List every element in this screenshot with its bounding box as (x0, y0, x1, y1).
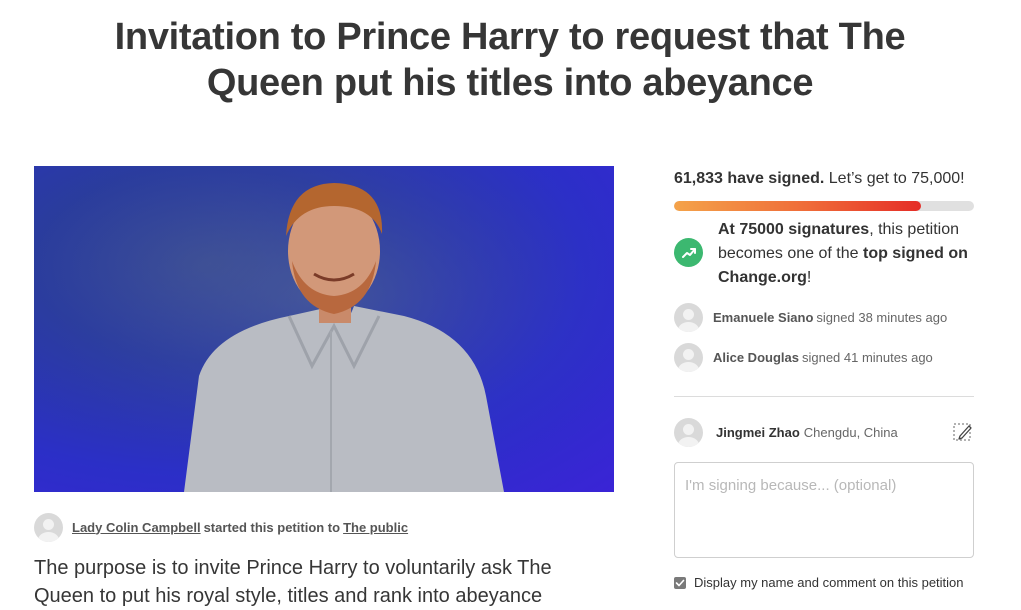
progress-fill (674, 201, 922, 211)
signing-user: Jingmei Zhao Chengdu, China (674, 418, 974, 447)
signer-time: signed 38 minutes ago (816, 310, 948, 325)
recent-signer: Emanuele Siano signed 38 minutes ago (674, 303, 947, 332)
starter-name-link[interactable]: Lady Colin Campbell (72, 520, 201, 535)
signer-time: signed 41 minutes ago (801, 350, 933, 365)
user-name: Jingmei Zhao (716, 425, 800, 440)
display-name-checkbox-row[interactable]: Display my name and comment on this peti… (674, 575, 964, 590)
user-avatar (674, 418, 703, 447)
edit-pencil-icon[interactable] (952, 421, 974, 443)
trending-up-icon (674, 238, 703, 267)
petition-description: The purpose is to invite Prince Harry to… (34, 557, 552, 607)
signer-avatar (674, 303, 703, 332)
petition-image (34, 166, 614, 492)
starter-avatar (34, 512, 63, 542)
signature-count: 61,833 have signed. Let’s get to 75,000! (674, 170, 965, 188)
signature-goal: Let’s get to 75,000! (828, 170, 965, 187)
signer-avatar (674, 343, 703, 372)
signer-name: Alice Douglas (713, 350, 799, 365)
signed-count: 61,833 have signed. (674, 170, 825, 187)
display-name-checkbox[interactable] (674, 576, 686, 589)
recent-signer: Alice Douglas signed 41 minutes ago (674, 343, 933, 372)
milestone-strong: At 75000 signatures (718, 221, 870, 238)
petition-title: Invitation to Prince Harry to request th… (114, 16, 906, 104)
checkmark-icon (675, 579, 685, 586)
petition-starter: Lady Colin Campbell started this petitio… (34, 512, 408, 542)
divider (674, 396, 974, 397)
signature-progress-bar (674, 201, 974, 211)
petition-target-link[interactable]: The public (343, 520, 408, 535)
milestone-end: ! (806, 269, 812, 286)
signing-reason-input[interactable] (674, 462, 974, 558)
milestone-text: At 75000 signatures, this petition becom… (718, 218, 974, 290)
display-name-label: Display my name and comment on this peti… (694, 575, 964, 590)
signer-name: Emanuele Siano (713, 310, 814, 325)
starter-text: started this petition to (203, 519, 341, 535)
milestone-message: At 75000 signatures, this petition becom… (674, 218, 974, 290)
user-location: Chengdu, China (803, 425, 898, 440)
